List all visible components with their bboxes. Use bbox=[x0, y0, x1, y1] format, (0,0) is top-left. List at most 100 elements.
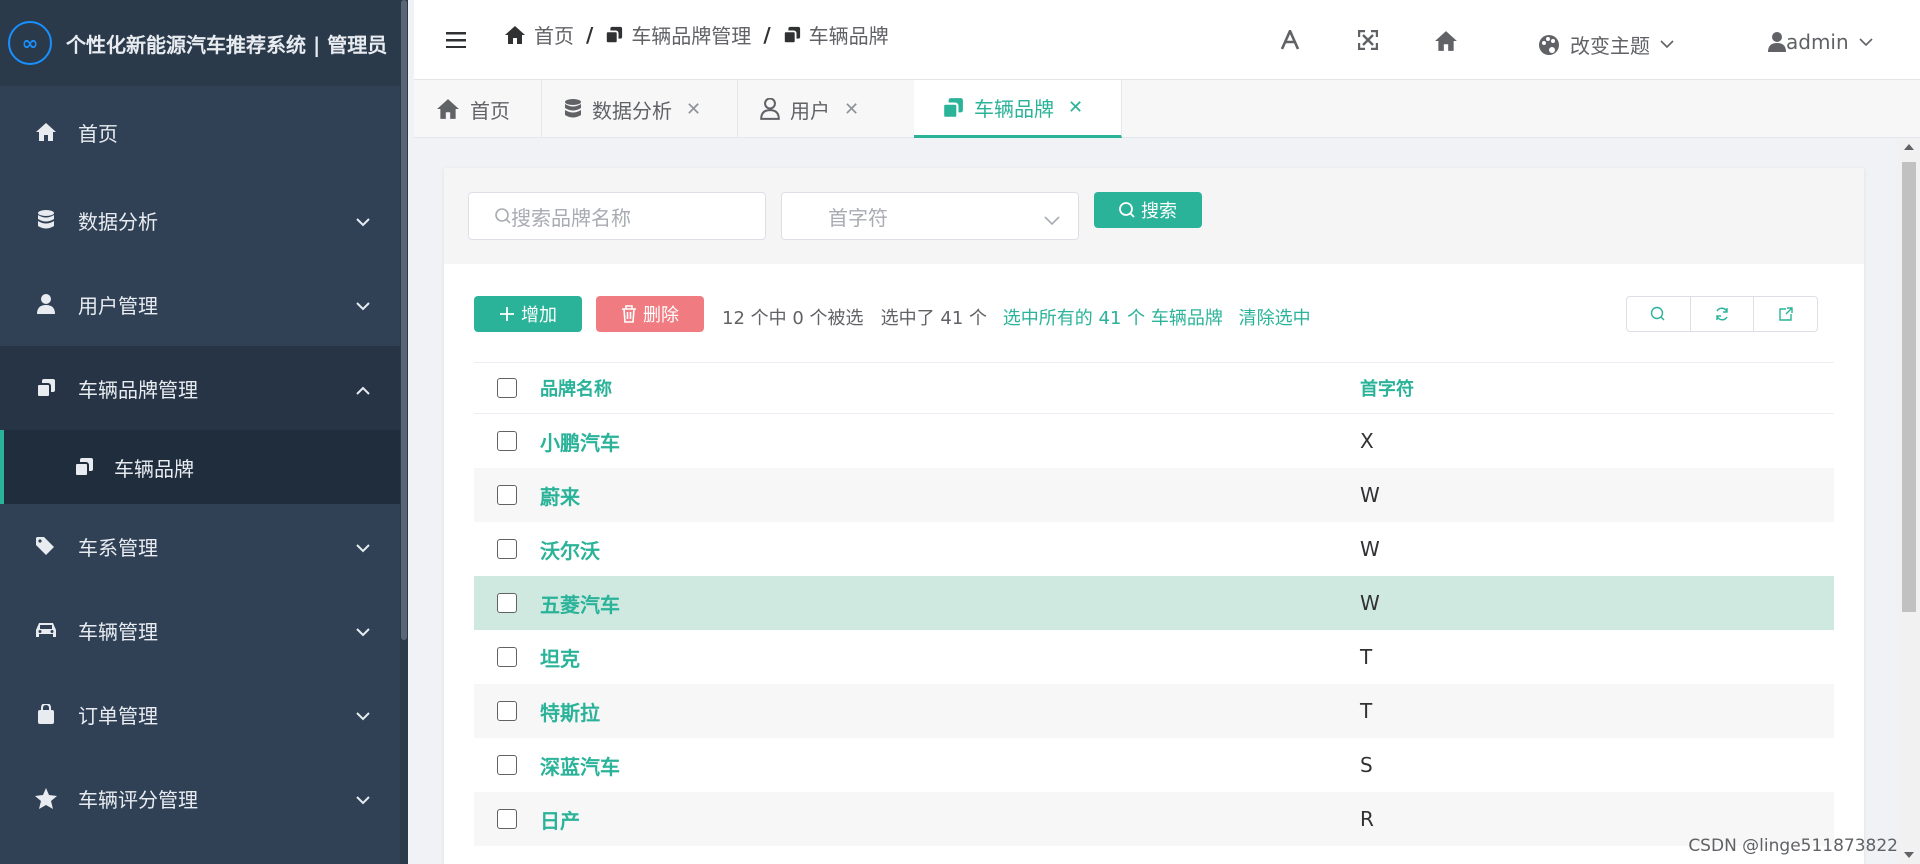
sidebar-item-home[interactable]: 首页 bbox=[0, 86, 408, 178]
row-checkbox[interactable] bbox=[497, 755, 517, 775]
initial-cell: T bbox=[1360, 699, 1373, 723]
chevron-down-icon bbox=[356, 292, 370, 316]
row-checkbox[interactable] bbox=[497, 701, 517, 721]
font-size-icon[interactable] bbox=[1280, 30, 1300, 50]
tab-label: 用户 bbox=[790, 98, 830, 123]
shopping-bag-icon bbox=[32, 704, 60, 724]
brand-name-link[interactable]: 沃尔沃 bbox=[540, 535, 1360, 564]
brand-header: ∞ 个性化新能源汽车推荐系统 | 管理员 bbox=[0, 0, 408, 86]
sidebar-item-order-management[interactable]: 订单管理 bbox=[0, 672, 408, 756]
home-icon[interactable] bbox=[1434, 30, 1458, 52]
sidebar-item-rating-management[interactable]: 车辆评分管理 bbox=[0, 756, 408, 840]
close-icon[interactable]: ✕ bbox=[844, 99, 859, 120]
initial-cell: S bbox=[1360, 753, 1373, 777]
user-dropdown[interactable]: admin bbox=[1768, 30, 1873, 54]
sidebar-item-data-analysis[interactable]: 数据分析 bbox=[0, 178, 408, 262]
search-input[interactable]: 搜索品牌名称 bbox=[468, 192, 766, 240]
copy-icon bbox=[942, 97, 963, 119]
chevron-down-icon bbox=[356, 786, 370, 810]
tab-bar: 首页 数据分析 ✕ 用户 ✕ 车辆品牌 ✕ bbox=[414, 80, 1920, 138]
table-row: 特斯拉 T bbox=[474, 684, 1834, 738]
scrollbar-thumb[interactable] bbox=[1902, 162, 1916, 612]
initial-letter-select[interactable]: 首字符 bbox=[781, 192, 1079, 240]
select-placeholder: 首字符 bbox=[828, 205, 888, 230]
column-header-brand-name[interactable]: 品牌名称 bbox=[540, 375, 1360, 401]
page-scrollbar[interactable] bbox=[1898, 138, 1920, 864]
row-checkbox[interactable] bbox=[497, 809, 517, 829]
delete-button[interactable]: 删除 bbox=[596, 296, 704, 332]
export-icon bbox=[1778, 307, 1793, 321]
breadcrumb: 首页 / 车辆品牌管理 / 车辆品牌 bbox=[504, 20, 889, 49]
theme-label: 改变主题 bbox=[1570, 34, 1650, 58]
copy-icon bbox=[605, 26, 623, 44]
breadcrumb-label: 车辆品牌管理 bbox=[631, 24, 752, 48]
initial-cell: W bbox=[1360, 537, 1380, 561]
add-button[interactable]: 增加 bbox=[474, 296, 582, 332]
copy-icon bbox=[70, 457, 98, 477]
sidebar-item-label: 车辆品牌 bbox=[114, 456, 194, 481]
sidebar: ∞ 个性化新能源汽车推荐系统 | 管理员 首页 数据分析 用户管理 车辆品牌管理 bbox=[0, 0, 408, 864]
add-button-label: 增加 bbox=[521, 305, 557, 326]
close-icon[interactable]: ✕ bbox=[686, 99, 701, 120]
brand-name-link[interactable]: 小鹏汽车 bbox=[540, 427, 1360, 456]
search-button-label: 搜索 bbox=[1141, 201, 1177, 222]
database-icon bbox=[565, 99, 581, 118]
sidebar-item-series-management[interactable]: 车系管理 bbox=[0, 504, 408, 588]
close-icon[interactable]: ✕ bbox=[1068, 97, 1083, 118]
tab-vehicle-brand[interactable]: 车辆品牌 ✕ bbox=[914, 80, 1122, 138]
brand-name-link[interactable]: 深蓝汽车 bbox=[540, 751, 1360, 780]
select-all-checkbox[interactable] bbox=[497, 378, 517, 398]
tab-user[interactable]: 用户 ✕ bbox=[738, 80, 918, 138]
clear-selection-link[interactable]: 清除选中 bbox=[1239, 308, 1311, 329]
breadcrumb-item-home[interactable]: 首页 bbox=[504, 20, 574, 49]
sidebar-item-label: 数据分析 bbox=[78, 209, 158, 234]
brand-name-link[interactable]: 特斯拉 bbox=[540, 697, 1360, 726]
brand-name-link[interactable]: 坦克 bbox=[540, 643, 1360, 672]
table-row: 五菱汽车 W bbox=[474, 576, 1834, 630]
table-row: 蔚来 W bbox=[474, 468, 1834, 522]
filter-bar: 搜索品牌名称 首字符 搜索 bbox=[444, 168, 1864, 264]
breadcrumb-item-brand-management[interactable]: 车辆品牌管理 bbox=[605, 20, 751, 49]
chevron-down-icon bbox=[356, 702, 370, 726]
search-icon bbox=[1651, 306, 1665, 321]
sidebar-item-brand-management[interactable]: 车辆品牌管理 bbox=[0, 346, 408, 430]
sidebar-scrollbar[interactable] bbox=[400, 0, 408, 864]
selection-info: 12 个中 0 个被选 选中了 41 个 选中所有的 41 个 车辆品牌 清除选… bbox=[722, 304, 1311, 330]
initial-cell: R bbox=[1360, 807, 1374, 831]
tab-data-analysis[interactable]: 数据分析 ✕ bbox=[542, 80, 738, 138]
refresh-button[interactable] bbox=[1691, 297, 1755, 331]
scroll-up-icon[interactable] bbox=[1904, 144, 1914, 150]
theme-dropdown[interactable]: 改变主题 bbox=[1538, 30, 1674, 59]
chevron-down-icon bbox=[356, 534, 370, 558]
brand-name-link[interactable]: 五菱汽车 bbox=[540, 589, 1360, 618]
scroll-down-icon[interactable] bbox=[1904, 852, 1914, 858]
sidebar-item-label: 车辆评分管理 bbox=[78, 787, 198, 812]
select-all-link[interactable]: 选中所有的 41 个 车辆品牌 bbox=[1003, 308, 1223, 329]
column-header-initial[interactable]: 首字符 bbox=[1360, 375, 1414, 401]
toggle-search-button[interactable] bbox=[1627, 297, 1691, 331]
table-row: 日产 R bbox=[474, 792, 1834, 846]
fullscreen-icon[interactable] bbox=[1358, 30, 1378, 50]
row-checkbox[interactable] bbox=[497, 647, 517, 667]
logo-icon: ∞ bbox=[8, 21, 52, 65]
brand-name-link[interactable]: 日产 bbox=[540, 805, 1360, 834]
hamburger-icon[interactable] bbox=[446, 32, 466, 52]
breadcrumb-label: 首页 bbox=[534, 24, 574, 48]
sidebar-item-user-management[interactable]: 用户管理 bbox=[0, 262, 408, 346]
export-button[interactable] bbox=[1754, 297, 1817, 331]
tab-home[interactable]: 首页 bbox=[414, 80, 542, 138]
plus-icon bbox=[500, 307, 514, 321]
row-checkbox[interactable] bbox=[497, 431, 517, 451]
initial-cell: W bbox=[1360, 591, 1380, 615]
sidebar-item-vehicle-brand[interactable]: 车辆品牌 bbox=[0, 430, 408, 504]
row-checkbox[interactable] bbox=[497, 485, 517, 505]
database-icon bbox=[32, 209, 60, 231]
row-checkbox[interactable] bbox=[497, 539, 517, 559]
brand-name-link[interactable]: 蔚来 bbox=[540, 481, 1360, 510]
chevron-down-icon bbox=[1660, 40, 1674, 49]
initial-cell: T bbox=[1360, 645, 1373, 669]
search-button[interactable]: 搜索 bbox=[1094, 192, 1202, 228]
chevron-down-icon bbox=[1044, 207, 1060, 231]
row-checkbox[interactable] bbox=[497, 593, 517, 613]
sidebar-item-vehicle-management[interactable]: 车辆管理 bbox=[0, 588, 408, 672]
